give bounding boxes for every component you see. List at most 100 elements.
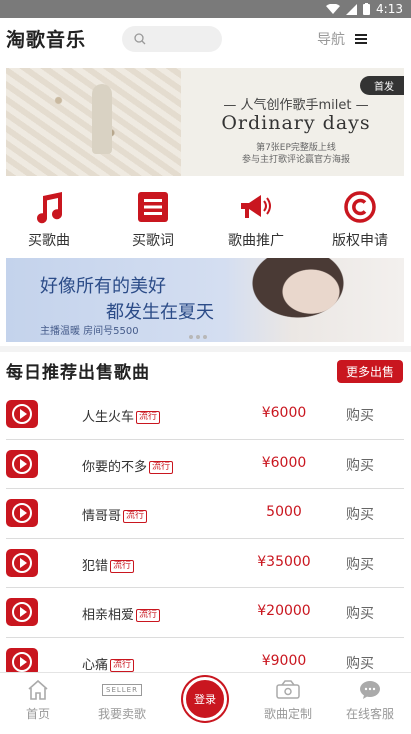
signal-icon bbox=[346, 3, 358, 15]
quick-buy-lyrics[interactable]: 买歌词 bbox=[108, 190, 198, 250]
song-name-wrap: 人生火车 流行 bbox=[82, 406, 161, 425]
banner-live-line1: 好像所有的美好 bbox=[40, 276, 166, 297]
song-name-wrap: 犯错 流行 bbox=[82, 555, 135, 574]
song-name-wrap: 情哥哥 流行 bbox=[82, 505, 148, 524]
song-name: 心痛 bbox=[82, 657, 109, 673]
chat-icon bbox=[360, 681, 380, 699]
banner-artist-image bbox=[92, 84, 112, 154]
song-name: 相亲相爱 bbox=[82, 608, 135, 623]
buy-button[interactable]: 购买 bbox=[346, 554, 374, 574]
megaphone-icon bbox=[241, 195, 271, 218]
banner-host-photo bbox=[246, 258, 376, 342]
battery-icon bbox=[363, 3, 371, 15]
section-title: 每日推荐出售歌曲 bbox=[6, 363, 150, 383]
quick-buy-songs[interactable]: 买歌曲 bbox=[4, 190, 94, 250]
banner-subtitle: — 人气创作歌手milet — bbox=[223, 98, 369, 113]
tab-home[interactable]: 首页 bbox=[0, 679, 78, 722]
play-button[interactable] bbox=[6, 598, 38, 626]
quick-label: 版权申请 bbox=[332, 233, 388, 249]
song-name: 情哥哥 bbox=[82, 509, 122, 524]
hamburger-icon bbox=[355, 32, 367, 46]
status-bar: 4:13 bbox=[0, 0, 411, 18]
buy-button[interactable]: 购买 bbox=[346, 653, 374, 673]
song-row[interactable]: 情哥哥 流行 5000 购买 bbox=[6, 489, 404, 539]
genre-badge: 流行 bbox=[123, 510, 148, 523]
play-button[interactable] bbox=[6, 400, 38, 428]
song-row[interactable]: 你要的不多 流行 ¥6000 购买 bbox=[6, 440, 404, 489]
copyright-icon bbox=[344, 191, 376, 223]
quick-song-promo[interactable]: 歌曲推广 bbox=[211, 190, 301, 250]
song-price: ¥6000 bbox=[261, 454, 307, 471]
play-icon bbox=[12, 503, 32, 523]
play-button[interactable] bbox=[6, 449, 38, 478]
play-icon bbox=[12, 404, 32, 424]
play-button[interactable] bbox=[6, 548, 38, 577]
genre-badge: 流行 bbox=[110, 559, 135, 573]
song-price: ¥35000 bbox=[257, 553, 311, 570]
quick-copyright[interactable]: 版权申请 bbox=[315, 190, 405, 250]
play-icon bbox=[12, 552, 32, 573]
genre-badge: 流行 bbox=[110, 658, 135, 672]
buy-button[interactable]: 购买 bbox=[346, 405, 374, 425]
play-button[interactable] bbox=[6, 499, 38, 527]
seller-icon: SELLER bbox=[102, 684, 142, 696]
song-name: 人生火车 bbox=[82, 410, 135, 425]
play-icon bbox=[12, 651, 32, 672]
banner-tag: 首发 bbox=[360, 76, 404, 95]
promo-banner-top[interactable]: 首发 — 人气创作歌手milet — Ordinary days 第7张EP完整… bbox=[6, 68, 404, 176]
quick-label: 买歌词 bbox=[132, 233, 174, 249]
quick-label: 歌曲推广 bbox=[228, 233, 284, 249]
song-list: 人生火车 流行 ¥6000 购买 你要的不多 流行 ¥6000 购买 情哥哥 流行 5… bbox=[6, 390, 404, 687]
app-header: 淘歌音乐 导航 bbox=[0, 18, 411, 60]
song-row[interactable]: 相亲相爱 流行 ¥20000 购买 bbox=[6, 588, 404, 638]
nav-menu-button[interactable]: 导航 bbox=[317, 29, 367, 49]
quick-actions: 买歌曲 买歌词 歌曲推广 版权申请 bbox=[0, 190, 411, 250]
play-icon bbox=[12, 453, 32, 474]
song-price: ¥9000 bbox=[261, 652, 307, 669]
search-box[interactable] bbox=[122, 26, 222, 52]
song-price: ¥6000 bbox=[261, 405, 307, 421]
bottom-tab-bar: 首页 SELLER 我要卖歌 登录 歌曲定制 在线客服 bbox=[0, 672, 411, 734]
genre-badge: 流行 bbox=[136, 411, 161, 424]
login-button[interactable]: 登录 bbox=[183, 677, 227, 721]
genre-badge: 流行 bbox=[136, 609, 161, 622]
nav-label: 导航 bbox=[317, 32, 345, 48]
tab-label: 歌曲定制 bbox=[263, 707, 312, 721]
song-name-wrap: 你要的不多 流行 bbox=[82, 456, 174, 475]
section-divider bbox=[0, 346, 411, 352]
song-name: 犯错 bbox=[82, 558, 109, 574]
song-row[interactable]: 犯错 流行 ¥35000 购买 bbox=[6, 539, 404, 588]
banner-title: Ordinary days bbox=[221, 112, 371, 134]
banner-caption-2: 参与主打歌评论赢官方海报 bbox=[241, 155, 350, 165]
app-title: 淘歌音乐 bbox=[6, 29, 87, 51]
buy-button[interactable]: 购买 bbox=[346, 603, 374, 623]
genre-badge: 流行 bbox=[149, 460, 174, 474]
tab-label: 在线客服 bbox=[345, 707, 394, 721]
lyrics-list-icon bbox=[138, 192, 168, 222]
banner-live-caption: 主播温暖 房间号5500 bbox=[40, 326, 139, 337]
wifi-icon bbox=[326, 3, 341, 14]
play-icon bbox=[12, 602, 32, 622]
song-name: 你要的不多 bbox=[82, 459, 148, 475]
song-row[interactable]: 人生火车 流行 ¥6000 购买 bbox=[6, 390, 404, 440]
banner-live-line2: 都发生在夏天 bbox=[106, 302, 214, 323]
home-icon bbox=[28, 680, 48, 700]
quick-label: 买歌曲 bbox=[28, 233, 70, 249]
music-note-icon bbox=[37, 192, 63, 224]
promo-banner-live[interactable]: 好像所有的美好 都发生在夏天 主播温暖 房间号5500 bbox=[6, 258, 404, 342]
song-price: ¥20000 bbox=[257, 603, 311, 619]
buy-button[interactable]: 购买 bbox=[346, 504, 374, 524]
buy-button[interactable]: 购买 bbox=[346, 455, 374, 475]
status-time: 4:13 bbox=[376, 2, 403, 16]
tab-custom[interactable]: 歌曲定制 bbox=[248, 679, 328, 722]
song-name-wrap: 心痛 流行 bbox=[82, 654, 135, 673]
custom-song-icon bbox=[276, 680, 300, 699]
tab-label: 首页 bbox=[25, 707, 50, 721]
more-sale-button[interactable]: 更多出售 bbox=[336, 360, 403, 383]
search-icon bbox=[134, 33, 146, 45]
song-price: 5000 bbox=[266, 504, 302, 520]
tab-sell[interactable]: SELLER 我要卖歌 bbox=[82, 679, 162, 722]
song-name-wrap: 相亲相爱 流行 bbox=[82, 604, 161, 623]
search-input[interactable] bbox=[150, 32, 220, 46]
tab-service[interactable]: 在线客服 bbox=[330, 679, 410, 722]
